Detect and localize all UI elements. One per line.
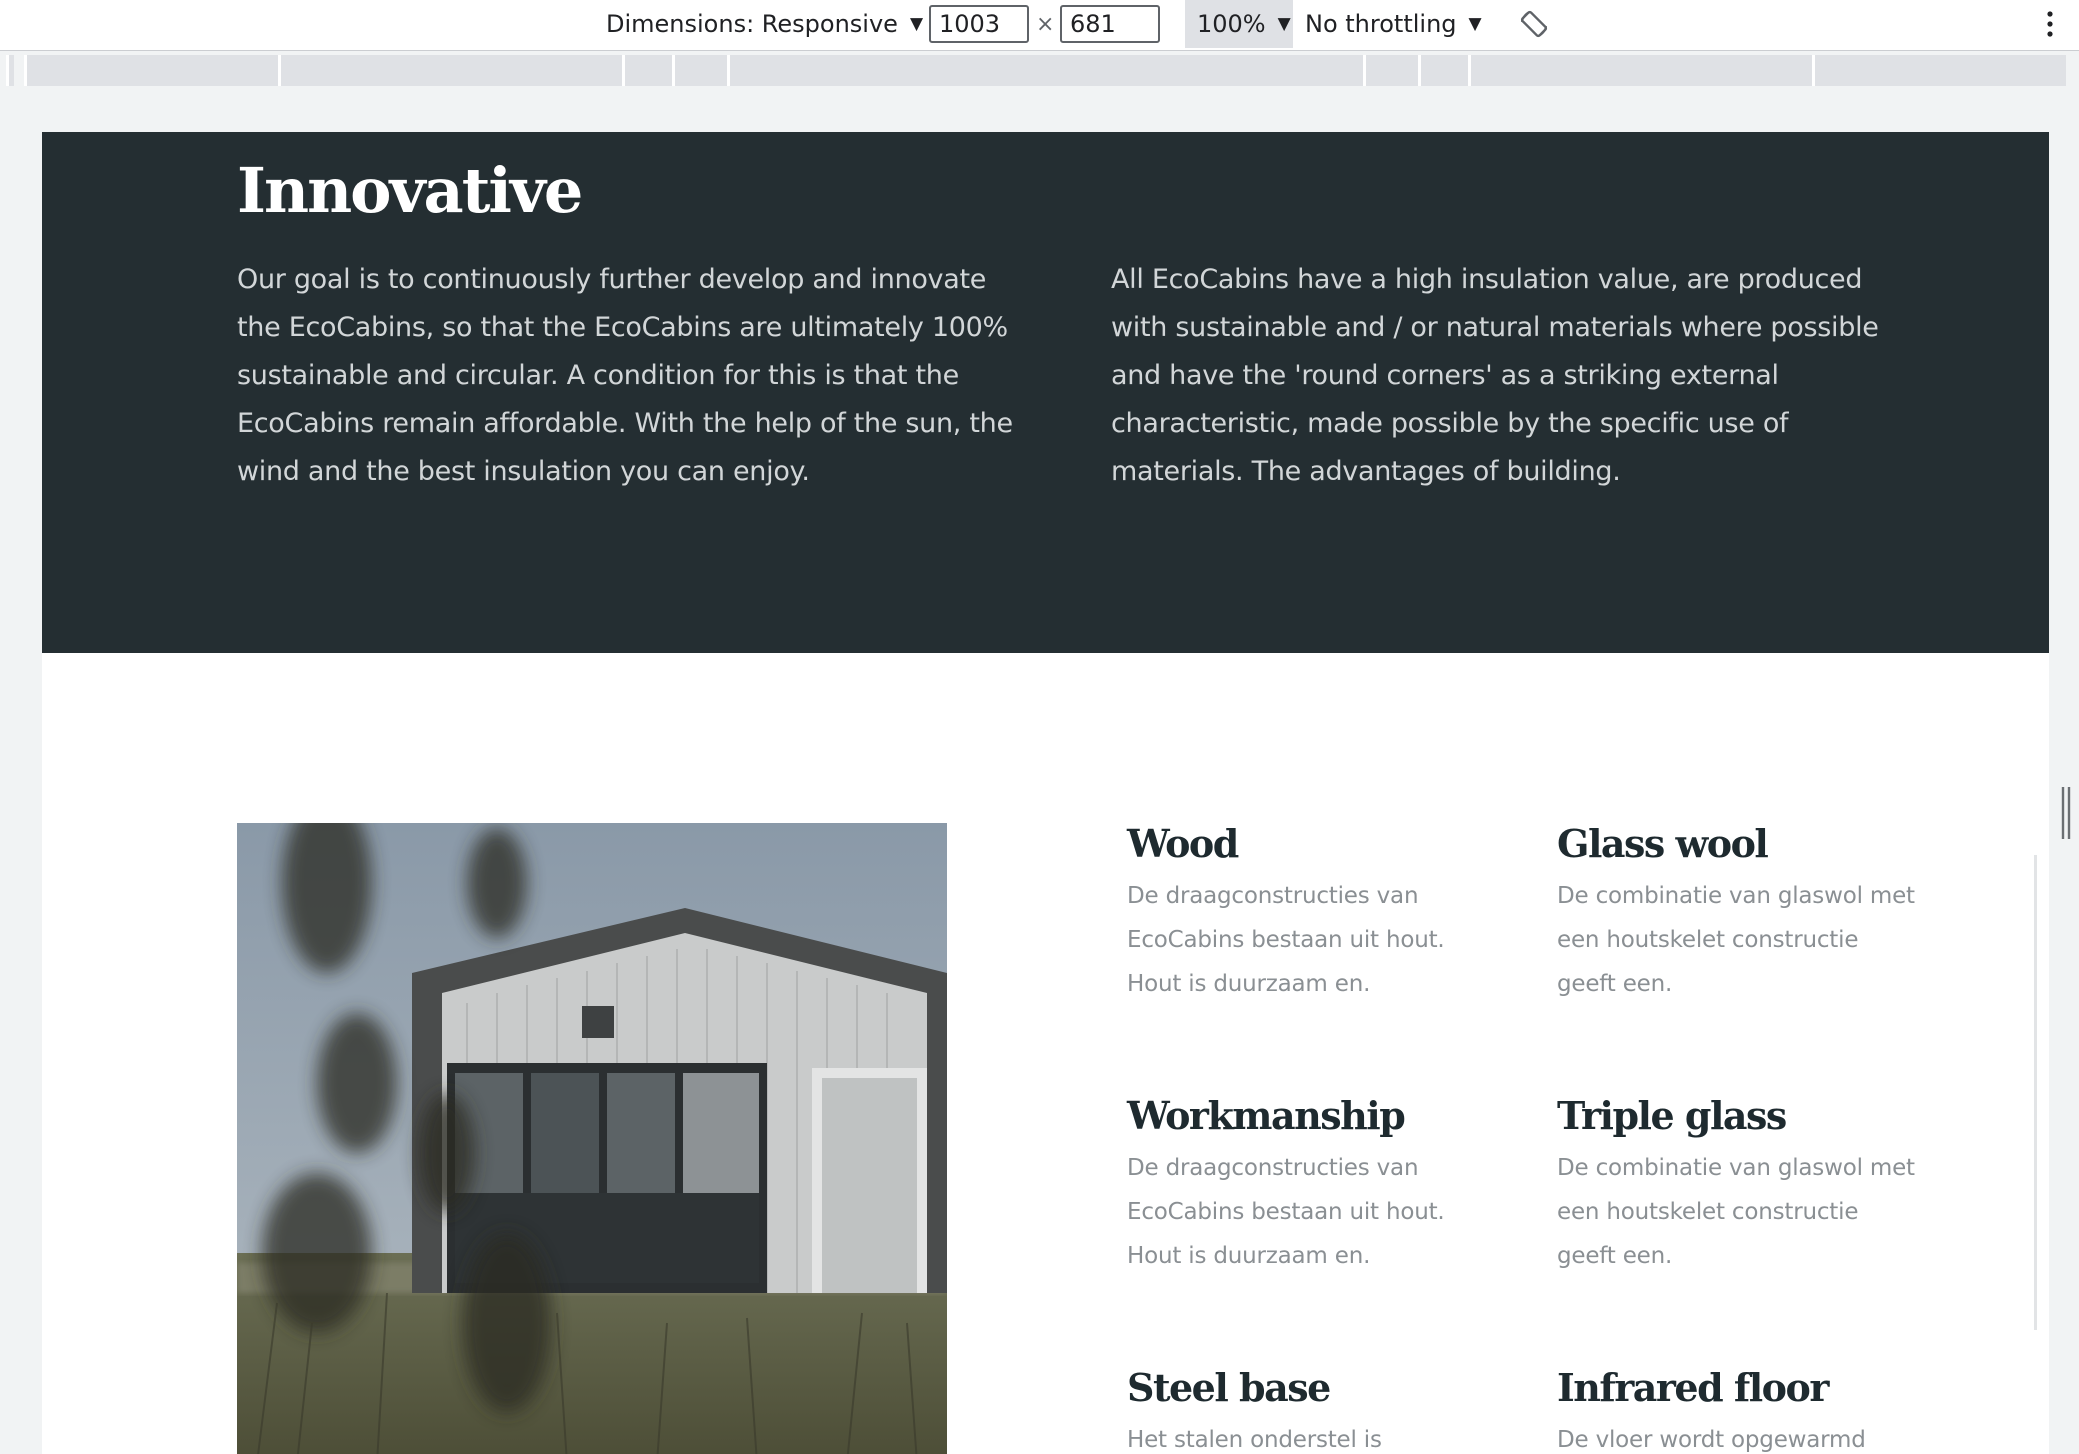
feature-title: Wood [1127,821,1239,866]
intro-paragraph-left: Our goal is to continuously further deve… [237,264,1013,487]
feature-triple-glass: Triple glass De combinatie van glaswol m… [1557,1090,1917,1278]
feature-wood: Wood De draagconstructies van EcoCabins … [1127,818,1487,1006]
media-query-segment[interactable] [672,55,727,86]
media-query-segment[interactable] [6,55,14,86]
media-query-segment[interactable] [727,55,1363,86]
throttling-label: No throttling [1305,10,1457,38]
feature-workmanship: Workmanship De draagconstructies van Eco… [1127,1090,1487,1278]
chevron-down-icon: ▼ [1468,14,1482,34]
media-query-segment[interactable] [1468,55,1812,86]
browser-devtools-responsive-view: Dimensions: Responsive ▼ 1003 × 681 100%… [0,0,2079,1454]
feature-text: De draagconstructies van EcoCabins besta… [1127,1155,1445,1269]
intro-paragraph-right: All EcoCabins have a high insulation val… [1111,264,1879,487]
height-input[interactable]: 681 [1060,5,1160,43]
rotate-icon[interactable] [1518,8,1550,40]
section-heading: Innovative [237,154,583,227]
media-query-segment[interactable] [1363,55,1418,86]
media-query-segment[interactable] [278,55,622,86]
zoom-label: 100% [1197,10,1266,38]
media-query-segment[interactable] [1418,55,1468,86]
innovative-section: Innovative Our goal is to continuously f… [42,132,2049,653]
page-viewport: Innovative Our goal is to continuously f… [42,132,2049,1454]
feature-text: De draagconstructies van EcoCabins besta… [1127,883,1445,997]
page-scrollbar[interactable] [2034,855,2037,1330]
throttling-dropdown[interactable]: No throttling ▼ [1305,0,1482,48]
dimensions-label: Dimensions: Responsive [606,10,898,38]
feature-title: Glass wool [1557,821,1769,866]
width-input[interactable]: 1003 [929,5,1029,43]
feature-text: De combinatie van glaswol met een houtsk… [1557,1155,1915,1269]
more-vertical-icon[interactable] [2044,8,2056,40]
media-query-segment[interactable] [1812,55,2066,86]
zoom-dropdown[interactable]: 100% ▼ [1185,0,1293,48]
feature-infrared-floor: Infrared floor De vloer wordt opgewarmd [1557,1362,1917,1454]
media-query-ruler[interactable] [0,53,2079,89]
feature-title: Workmanship [1127,1093,1406,1138]
feature-title: Steel base [1127,1365,1331,1410]
resize-handle-icon[interactable] [2060,785,2072,841]
feature-text: De combinatie van glaswol met een houtsk… [1557,883,1915,997]
feature-title: Triple glass [1557,1093,1787,1138]
times-separator: × [1036,11,1055,37]
device-toolbar: Dimensions: Responsive ▼ 1003 × 681 100%… [0,0,2079,51]
feature-text: Het stalen onderstel is [1127,1427,1382,1453]
cabin-photo [237,823,947,1454]
feature-title: Infrared floor [1557,1365,1829,1410]
media-query-segment[interactable] [24,55,278,86]
chevron-down-icon: ▼ [909,14,924,34]
feature-text: De vloer wordt opgewarmd [1557,1427,1866,1453]
feature-steel-base: Steel base Het stalen onderstel is [1127,1362,1487,1454]
media-query-segment[interactable] [622,55,672,86]
dimensions-dropdown[interactable]: Dimensions: Responsive ▼ [606,0,923,48]
feature-glass-wool: Glass wool De combinatie van glaswol met… [1557,818,1917,1006]
chevron-down-icon: ▼ [1277,14,1291,34]
